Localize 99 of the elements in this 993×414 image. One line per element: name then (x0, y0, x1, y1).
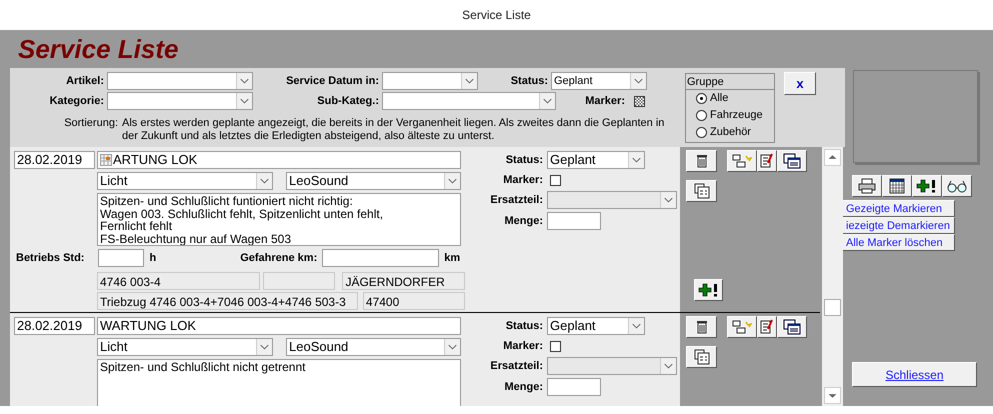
field-label: km (444, 250, 460, 266)
info-field: JÄGERNDORFER (342, 272, 465, 290)
spare-part-dropdown[interactable] (547, 191, 677, 209)
scroll-up-icon[interactable] (824, 149, 841, 166)
field-label: Menge: (504, 214, 543, 229)
status-dropdown[interactable]: Geplant (547, 317, 645, 335)
field-label: Marker: (502, 338, 543, 354)
forms-icon (783, 153, 801, 169)
subcategory-dropdown[interactable]: LeoSound (286, 172, 461, 190)
trash-icon (696, 320, 708, 334)
date-field[interactable]: 28.02.2019 (14, 151, 95, 169)
delete-button[interactable] (686, 150, 717, 172)
radio-button[interactable] (696, 110, 707, 121)
scroll-down-icon[interactable] (824, 387, 841, 404)
field-label: Ersatzteil: (489, 192, 543, 208)
note-icon (760, 153, 774, 169)
open-form-button[interactable] (777, 150, 807, 172)
print-button[interactable] (852, 175, 882, 197)
title-field[interactable]: ARTUNG LOK (97, 151, 461, 169)
field-label: Status: (504, 152, 543, 168)
marker-filter-checkbox[interactable] (634, 96, 645, 106)
new-record-button[interactable] (727, 316, 757, 338)
radio-button[interactable] (696, 127, 707, 138)
edit-note-button[interactable] (757, 150, 777, 172)
forms-icon (783, 319, 801, 335)
calendar-button[interactable] (882, 175, 912, 197)
calendar-icon[interactable] (100, 154, 112, 166)
copy-icon (694, 349, 710, 365)
field-label: Sub-Kateg.: (316, 94, 379, 109)
field-label: Marker: (584, 94, 625, 109)
info-field: Triebzug 4746 003-4+7046 003-4+4746 503-3 (97, 292, 358, 310)
field-label: Ersatzteil: (489, 358, 543, 374)
open-form-button[interactable] (777, 316, 807, 338)
field-label: Status: (504, 318, 543, 334)
status-filter-dropdown[interactable]: Geplant (551, 72, 647, 90)
title-field[interactable]: WARTUNG LOK (97, 317, 461, 335)
add-button[interactable] (912, 175, 942, 197)
new-record-icon (732, 320, 752, 334)
field-label: Status: (510, 74, 548, 89)
close-button[interactable]: Schliessen (852, 362, 977, 387)
category-dropdown[interactable]: Licht (97, 338, 273, 356)
field-label: Marker: (502, 172, 543, 188)
radio-option[interactable]: Alle (686, 90, 774, 107)
spare-part-dropdown[interactable] (547, 357, 677, 375)
copy-button[interactable] (686, 346, 717, 368)
delete-button[interactable] (686, 316, 717, 338)
edit-note-button[interactable] (757, 316, 777, 338)
description-textarea[interactable]: Spitzen- und Schlußlicht funtioniert nicht richtig: Wagen 003. Schlußlicht fehlt, Spitzenlicht unten fehlt, Fernlicht fehlt FS-Beleuchtung nur auf Wagen 503 (97, 193, 461, 246)
app-title: Service Liste (18, 32, 178, 66)
field-label: Kategorie: (48, 94, 104, 109)
hours-input[interactable] (98, 249, 144, 267)
trash-icon (696, 154, 708, 168)
copy-icon (694, 183, 710, 199)
date-field[interactable]: 28.02.2019 (14, 317, 95, 335)
marker-checkbox[interactable] (550, 174, 561, 186)
field-label: Menge: (504, 380, 543, 395)
category-dropdown[interactable]: Licht (97, 172, 273, 190)
description-textarea[interactable]: Spitzen- und Schlußlicht nicht getrennt (97, 359, 461, 406)
field-label: Betriebs Std: (16, 250, 84, 266)
radio-option[interactable]: Zubehör (686, 124, 774, 141)
sort-label: Sortierung: (63, 117, 119, 131)
info-field: 47400 (362, 292, 465, 310)
date-range-dropdown[interactable] (382, 72, 478, 90)
menu-button[interactable]: Alle Marker löschen (842, 234, 955, 251)
copy-button[interactable] (686, 180, 717, 202)
subcategory-dropdown[interactable]: LeoSound (286, 338, 461, 356)
field-label: Gefahrene km: (240, 250, 318, 266)
field-label: h (149, 250, 156, 266)
quantity-input[interactable] (547, 212, 601, 230)
view-button[interactable] (942, 175, 972, 197)
quantity-input[interactable] (547, 378, 601, 396)
new-record-button[interactable] (727, 150, 757, 172)
note-icon (760, 319, 774, 335)
plus-exclamation-icon (698, 283, 720, 297)
article-dropdown[interactable] (107, 72, 253, 90)
printer-icon (858, 178, 876, 194)
scrollbar[interactable] (822, 147, 843, 406)
calendar-icon (889, 178, 905, 194)
group-title: Gruppe (686, 74, 774, 90)
sort-description: Als erstes werden geplante angezeigt, die bereits in der Verganenheit liegen. Als zweites dann die Geplanten in der Zukunft und als letztes die Erledigten absteigend, also älteste zu unterst. (122, 117, 666, 143)
scroll-thumb[interactable] (824, 299, 841, 316)
menu-button[interactable]: Gezeigte Markieren (842, 200, 955, 217)
field-label: Service Datum in: (285, 74, 379, 89)
radio-option[interactable]: Fahrzeuge (686, 107, 774, 124)
info-field: 4746 003-4 (97, 272, 260, 290)
category-dropdown[interactable] (107, 92, 253, 110)
new-record-icon (732, 154, 752, 168)
km-input[interactable] (322, 249, 440, 267)
add-part-button[interactable] (694, 279, 723, 301)
clear-filter-button[interactable]: x (784, 72, 816, 95)
window-title: Service Liste (462, 7, 531, 24)
subcategory-dropdown[interactable] (382, 92, 556, 110)
plus-exclamation-icon (916, 179, 938, 193)
field-label: Artikel: (65, 74, 104, 89)
glasses-icon (946, 179, 968, 193)
status-dropdown[interactable]: Geplant (547, 151, 645, 169)
menu-button[interactable]: iezeigte Demarkieren (842, 217, 955, 234)
radio-button[interactable] (696, 93, 707, 104)
marker-checkbox[interactable] (550, 340, 561, 352)
